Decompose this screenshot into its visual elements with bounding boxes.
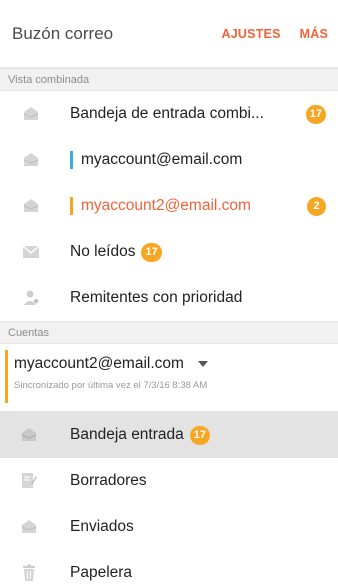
app-header: Buzón correo AJUSTES MÁS <box>0 0 338 68</box>
account-email-label: myaccount@email.com <box>81 151 243 168</box>
folder-label: Bandeja entrada <box>70 426 184 443</box>
account-color-bar <box>70 151 73 169</box>
folder-label: Enviados <box>70 518 134 535</box>
sent-icon <box>20 518 38 536</box>
folder-item-drafts[interactable]: Borradores <box>0 458 338 504</box>
unread-count-badge: 2 <box>307 196 326 216</box>
drafts-icon <box>20 472 38 490</box>
folder-label: Borradores <box>70 472 147 489</box>
section-header-accounts: Cuentas <box>0 321 338 344</box>
inbox-icon <box>22 197 40 215</box>
folder-item-trash[interactable]: Papelera <box>0 550 338 584</box>
section-header-combined-view: Vista combinada <box>0 68 338 91</box>
priority-senders-label: Remitentes con prioridad <box>70 289 243 306</box>
unread-mail-icon <box>22 243 40 261</box>
settings-button[interactable]: AJUSTES <box>222 27 281 41</box>
inbox-icon <box>22 105 40 123</box>
unread-count-badge: 17 <box>189 425 211 445</box>
inbox-icon <box>20 426 38 444</box>
sync-status: Sincronizado por última vez el 7/3/16 8:… <box>14 380 208 391</box>
trash-icon <box>20 564 38 582</box>
combined-inbox-item[interactable]: Bandeja de entrada combi... 17 <box>0 91 338 137</box>
account-item-myaccount[interactable]: myaccount@email.com <box>0 137 338 183</box>
priority-senders-item[interactable]: Remitentes con prioridad <box>0 275 338 321</box>
page-title: Buzón correo <box>12 23 114 43</box>
chevron-down-icon[interactable] <box>197 361 208 367</box>
inbox-icon <box>22 151 40 169</box>
more-button[interactable]: MÁS <box>300 27 328 41</box>
account-email: myaccount2@email.com <box>14 355 184 372</box>
folder-label: Papelera <box>70 564 133 581</box>
unread-item[interactable]: No leídos 17 <box>0 229 338 275</box>
unread-count-badge: 17 <box>141 242 162 262</box>
account-email-label: myaccount2@email.com <box>81 197 251 214</box>
account-item-myaccount2[interactable]: myaccount2@email.com 2 <box>0 183 338 229</box>
account-selector[interactable]: myaccount2@email.com Sincronizado por úl… <box>0 344 338 412</box>
unread-count-badge: 17 <box>305 104 326 124</box>
unread-label: No leídos <box>70 243 136 260</box>
priority-sender-icon <box>22 289 40 307</box>
folder-item-sent[interactable]: Enviados <box>0 504 338 550</box>
account-color-bar <box>70 197 73 215</box>
combined-inbox-label: Bandeja de entrada combi... <box>70 105 264 122</box>
folder-item-inbox[interactable]: Bandeja entrada 17 <box>0 412 338 458</box>
